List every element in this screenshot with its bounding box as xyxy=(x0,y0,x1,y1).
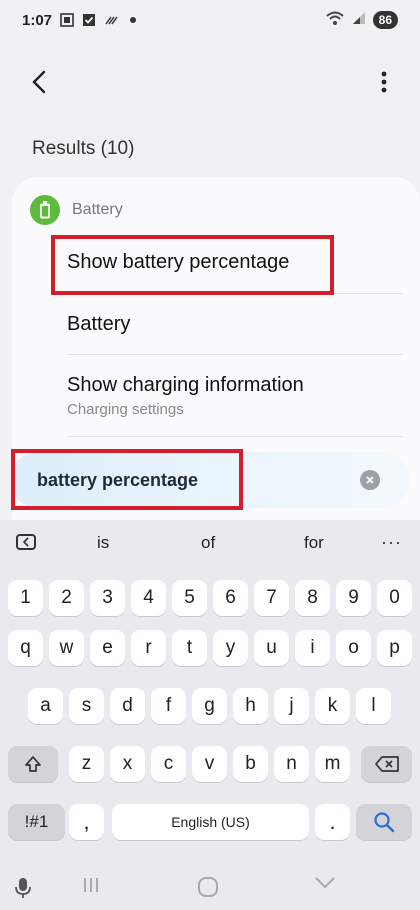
wifi-icon xyxy=(325,10,345,30)
key-q[interactable]: q xyxy=(8,630,43,666)
key-w[interactable]: w xyxy=(49,630,84,666)
key-r[interactable]: r xyxy=(131,630,166,666)
result-title: Battery xyxy=(67,313,131,335)
key-f[interactable]: f xyxy=(151,688,186,724)
back-arrow-icon xyxy=(32,70,46,94)
key-3[interactable]: 3 xyxy=(90,580,125,616)
mic-icon xyxy=(15,878,31,898)
key-d[interactable]: d xyxy=(110,688,145,724)
backspace-icon xyxy=(374,756,399,772)
key-z[interactable]: z xyxy=(69,746,104,782)
clear-icon xyxy=(366,476,374,484)
backspace-key[interactable] xyxy=(361,746,412,782)
key-a[interactable]: a xyxy=(28,688,63,724)
results-title: Results (10) xyxy=(32,138,135,159)
key-t[interactable]: t xyxy=(172,630,207,666)
key-h[interactable]: h xyxy=(233,688,268,724)
divider xyxy=(67,436,403,437)
clear-button[interactable] xyxy=(360,470,380,490)
suggestion-1[interactable]: is xyxy=(97,533,109,553)
signal-icon xyxy=(351,10,367,30)
status-left: 1:07 xyxy=(22,12,140,29)
keyboard-toolbar-toggle[interactable] xyxy=(16,534,36,550)
category-label: Battery xyxy=(72,201,123,218)
key-7[interactable]: 7 xyxy=(254,580,289,616)
key-l[interactable]: l xyxy=(356,688,391,724)
battery-icon xyxy=(30,195,60,225)
result-battery[interactable]: Battery xyxy=(67,313,403,336)
key-s[interactable]: s xyxy=(69,688,104,724)
shift-key[interactable] xyxy=(8,746,58,782)
more-suggestions-button[interactable]: ··· xyxy=(381,532,402,553)
search-key[interactable] xyxy=(356,804,412,840)
key-2[interactable]: 2 xyxy=(49,580,84,616)
key-9[interactable]: 9 xyxy=(336,580,371,616)
key-p[interactable]: p xyxy=(377,630,412,666)
result-title: Show charging information xyxy=(67,374,304,396)
space-key[interactable]: English (US) xyxy=(112,804,309,840)
suggestion-2[interactable]: of xyxy=(201,533,215,553)
key-5[interactable]: 5 xyxy=(172,580,207,616)
key-k[interactable]: k xyxy=(315,688,350,724)
screenshot-icon xyxy=(60,13,74,27)
back-button[interactable] xyxy=(22,65,56,99)
dot-icon xyxy=(126,13,140,27)
key-o[interactable]: o xyxy=(336,630,371,666)
key-6[interactable]: 6 xyxy=(213,580,248,616)
divider xyxy=(67,354,403,355)
checkbox-icon xyxy=(82,13,96,27)
result-show-charging-information[interactable]: Show charging information Charging setti… xyxy=(67,374,403,418)
key-y[interactable]: y xyxy=(213,630,248,666)
key-4[interactable]: 4 xyxy=(131,580,166,616)
app-bar xyxy=(0,55,420,109)
key-u[interactable]: u xyxy=(254,630,289,666)
highlight-box-result xyxy=(51,235,334,295)
shift-icon xyxy=(25,756,41,772)
mic-button[interactable] xyxy=(13,876,33,900)
key-c[interactable]: c xyxy=(151,746,186,782)
more-options-button[interactable] xyxy=(372,65,396,99)
tasks-icon xyxy=(104,13,118,27)
status-bar: 1:07 86 xyxy=(0,0,420,40)
battery-level: 86 xyxy=(372,11,398,29)
key-i[interactable]: i xyxy=(295,630,330,666)
nav-back-icon xyxy=(315,877,335,889)
recents-button[interactable] xyxy=(80,876,102,894)
key-g[interactable]: g xyxy=(192,688,227,724)
search-icon xyxy=(374,812,395,833)
key-0[interactable]: 0 xyxy=(377,580,412,616)
key-v[interactable]: v xyxy=(192,746,227,782)
period-key[interactable]: . xyxy=(315,804,350,840)
more-vert-icon xyxy=(381,71,387,93)
key-j[interactable]: j xyxy=(274,688,309,724)
key-1[interactable]: 1 xyxy=(8,580,43,616)
suggestion-3[interactable]: for xyxy=(304,533,324,553)
result-subtitle: Charging settings xyxy=(67,401,184,418)
keyboard: is of for ··· 1 2 3 4 5 6 7 8 9 0 q w e … xyxy=(0,520,420,870)
home-button[interactable] xyxy=(197,876,219,898)
recents-icon xyxy=(84,878,98,892)
status-right: 86 xyxy=(325,10,398,30)
key-x[interactable]: x xyxy=(110,746,145,782)
chevron-left-icon xyxy=(22,537,29,547)
key-8[interactable]: 8 xyxy=(295,580,330,616)
home-icon xyxy=(198,877,218,897)
nav-back-button[interactable] xyxy=(314,876,336,890)
key-e[interactable]: e xyxy=(90,630,125,666)
symbols-key[interactable]: !#1 xyxy=(8,804,65,840)
category-header: Battery xyxy=(30,195,123,225)
key-m[interactable]: m xyxy=(315,746,350,782)
status-time: 1:07 xyxy=(22,11,53,29)
key-n[interactable]: n xyxy=(274,746,309,782)
comma-key[interactable]: , xyxy=(69,804,104,840)
suggestion-bar: is of for ··· xyxy=(0,520,420,566)
navigation-bar xyxy=(0,866,420,910)
key-b[interactable]: b xyxy=(233,746,268,782)
highlight-box-search xyxy=(11,449,243,510)
